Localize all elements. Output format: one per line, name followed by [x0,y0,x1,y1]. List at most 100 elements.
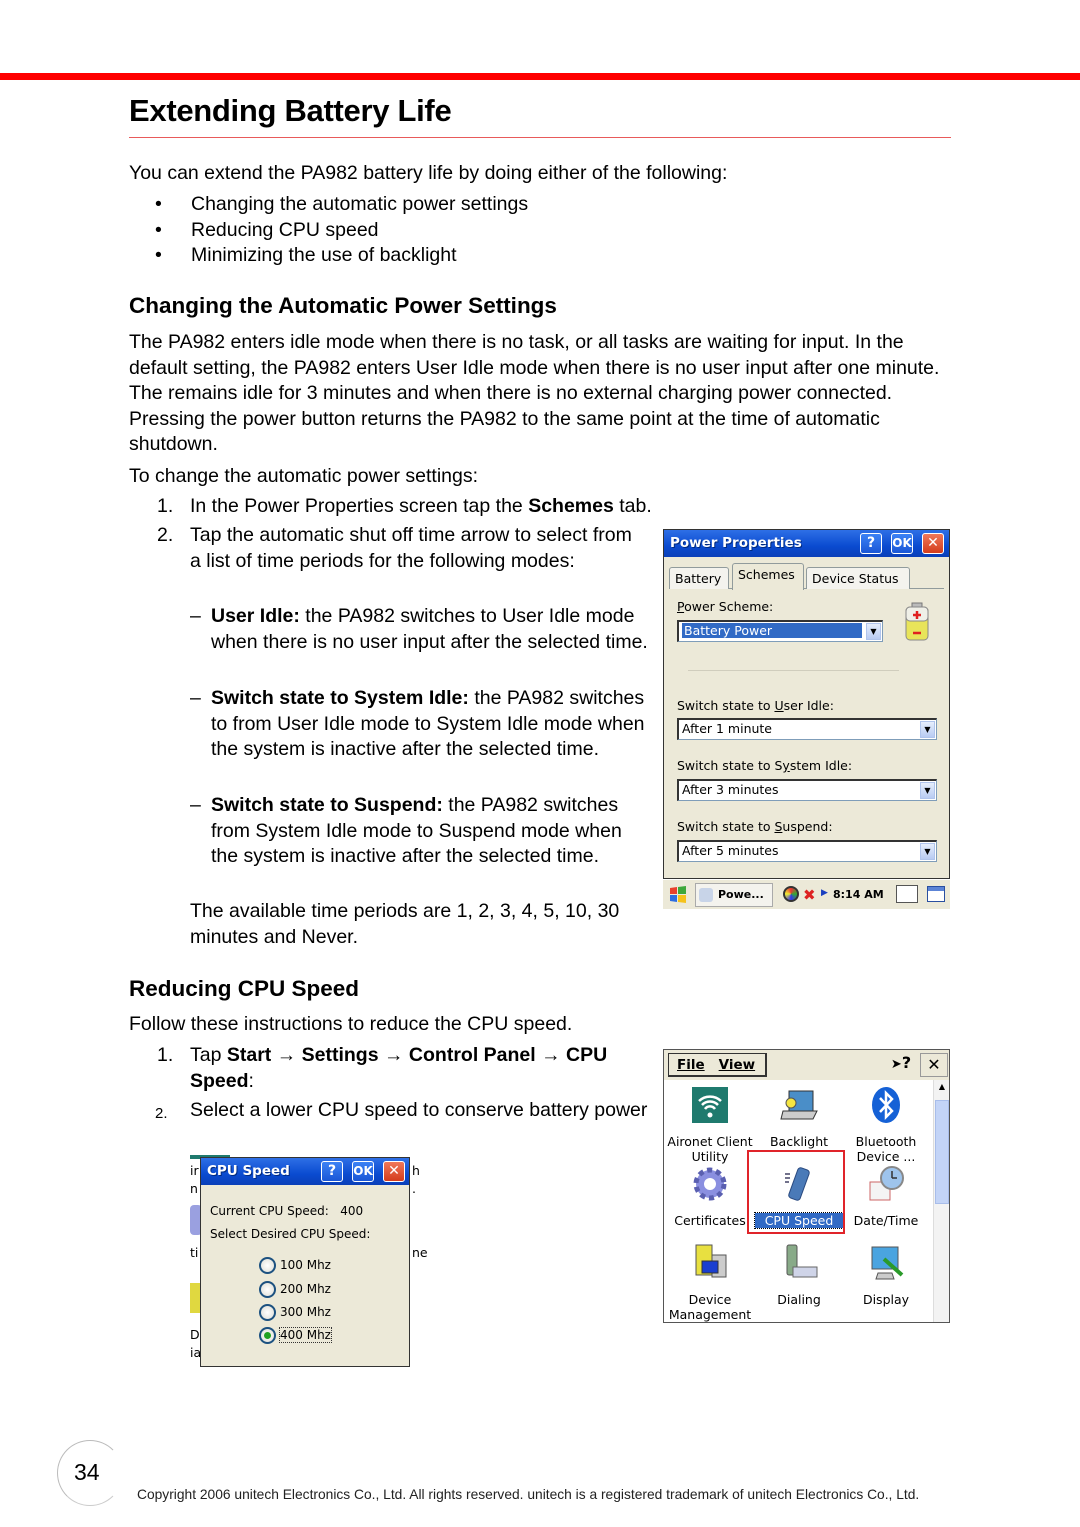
radio-circle[interactable] [259,1281,276,1298]
taskbar-button-power[interactable]: Powe... [695,883,773,907]
highlight-callout-frame [747,1150,845,1234]
radio-200mhz[interactable]: 200 Mhz [259,1281,331,1298]
bg-icon-fragment [190,1283,200,1313]
expand-tray-icon[interactable]: ▶ [821,888,828,898]
cp-item-label: Certificates [674,1213,746,1228]
cp-item-label: Aironet Client Utility [667,1134,753,1164]
intro-text: You can extend the PA982 battery life by… [129,162,728,184]
select-value: Battery Power [682,623,862,638]
cp-item-backlight[interactable]: Backlight [755,1085,843,1149]
taskbar: Powe... ✖ ▶ 8:14 AM [663,879,950,909]
tab-schemes[interactable]: Schemes [732,563,804,590]
wifi-icon [692,1087,728,1123]
radio-circle[interactable] [259,1304,276,1321]
bullet-item: • Reducing CPU speed [129,218,528,244]
bg-text-fragment: ir [190,1163,199,1178]
cp-item-label: Dialing [777,1292,821,1307]
step-number: 2. [155,1105,168,1122]
input-panel-icon[interactable] [896,885,918,903]
radio-circle-selected[interactable] [259,1327,276,1344]
chevron-down-icon[interactable]: ▼ [920,782,935,799]
select-value: After 1 minute [682,721,773,736]
chevron-down-icon[interactable]: ▼ [866,623,881,640]
ok-button[interactable]: OK [891,533,913,554]
section-heading-power: Changing the Automatic Power Settings [129,293,557,318]
tab-device-status[interactable]: Device Status [806,567,910,589]
suspend-select[interactable]: After 5 minutes ▼ [677,840,937,862]
sub-item-bold: User Idle: [211,605,300,627]
cp-item-date-time[interactable]: Date/Time [842,1164,930,1228]
whats-this-help-icon[interactable]: ➤? [887,1053,915,1077]
power-scheme-label: Power Scheme: [677,599,773,614]
bullet-item: • Minimizing the use of backlight [129,243,528,269]
power-instructions-lead: To change the automatic power settings: [129,465,479,487]
help-button[interactable]: ? [321,1161,343,1182]
bg-text-fragment: ti [190,1245,199,1260]
sub-item-bold: Switch state to System Idle: [211,687,469,709]
cp-item-bluetooth[interactable]: Bluetooth Device ... [842,1085,930,1164]
cp-item-dialing[interactable]: Dialing [755,1243,843,1307]
step-text: Tap the automatic shut off time arrow to… [190,524,632,572]
page-title: Extending Battery Life [129,93,452,128]
user-idle-select[interactable]: After 1 minute ▼ [677,718,937,740]
clock-calendar-icon [869,1166,904,1201]
path-control-panel: Control Panel [408,1044,536,1066]
ok-button[interactable]: OK [352,1161,374,1182]
menu-view[interactable]: View [719,1057,755,1073]
radio-label: 200 Mhz [280,1282,331,1296]
suspend-label: Switch state to Suspend: [677,819,833,834]
step-text: Select a lower CPU speed to conserve bat… [190,1099,648,1121]
bullet-glyph: • [155,193,162,215]
radio-300mhz[interactable]: 300 Mhz [259,1304,331,1321]
building-computer-icon [695,1244,727,1278]
chevron-down-icon[interactable]: ▼ [920,721,935,738]
arrow-glyph: → [541,1044,561,1066]
bluetooth-icon [872,1087,900,1123]
cp-item-label: Date/Time [853,1213,919,1228]
battery-icon [905,602,929,641]
radio-circle[interactable] [259,1257,276,1274]
power-scheme-select[interactable]: Battery Power ▼ [677,620,883,642]
title-divider [129,137,951,138]
system-idle-select[interactable]: After 3 minutes ▼ [677,779,937,801]
step-text-post: tab. [613,495,652,517]
help-button[interactable]: ? [860,533,882,554]
chevron-down-icon[interactable]: ▼ [920,843,935,860]
start-windows-icon[interactable] [668,885,688,905]
cp-item-display[interactable]: Display [842,1243,930,1307]
copyright-text: Copyright 2006 unitech Electronics Co., … [137,1487,920,1502]
bullet-glyph: • [155,218,162,241]
radio-100mhz[interactable]: 100 Mhz [259,1257,331,1274]
select-value: After 3 minutes [682,782,779,797]
scroll-up-icon[interactable]: ▲ [935,1082,949,1096]
radio-400mhz[interactable]: 400 Mhz [259,1327,332,1344]
sub-item-text: Switch state to System Idle: the PA982 s… [211,686,651,763]
tab-battery[interactable]: Battery [669,567,729,589]
step-number: 2. [157,524,174,546]
bg-text-fragment: h [412,1163,420,1178]
close-button[interactable]: ✕ [383,1161,405,1182]
bullet-text: Changing the automatic power settings [191,193,529,215]
radio-label: 300 Mhz [280,1305,331,1319]
step-number: 1. [157,1044,174,1066]
cp-item-certificates[interactable]: Certificates [666,1164,754,1228]
section-heading-cpu: Reducing CPU Speed [129,976,360,1001]
scroll-thumb[interactable] [935,1100,949,1204]
bullet-glyph: • [155,244,162,266]
disconnected-icon[interactable]: ✖ [803,886,816,904]
close-button[interactable]: ✕ [922,533,944,554]
radio-label: 100 Mhz [280,1258,331,1272]
desktop-switch-icon[interactable] [927,886,945,902]
vertical-scrollbar[interactable]: ▲ [933,1080,949,1322]
taskbar-task-label: Powe... [718,888,764,901]
menu-file[interactable]: File [677,1057,705,1073]
cp-item-aironet[interactable]: Aironet Client Utility [666,1085,754,1164]
menu-box: File View [668,1053,767,1077]
cp-item-device-management[interactable]: Device Management [666,1243,754,1322]
step-text: Tap Start → Settings → Control Panel → C… [190,1043,650,1094]
cpu-speed-dialog: CPU Speed ? OK ✕ Current CPU Speed: 400 … [200,1157,410,1367]
network-status-icon[interactable] [783,886,799,902]
close-button[interactable]: ✕ [920,1053,948,1077]
current-speed-value: 400 [340,1204,364,1218]
tab-strip: Battery Schemes Device Status [669,563,944,590]
